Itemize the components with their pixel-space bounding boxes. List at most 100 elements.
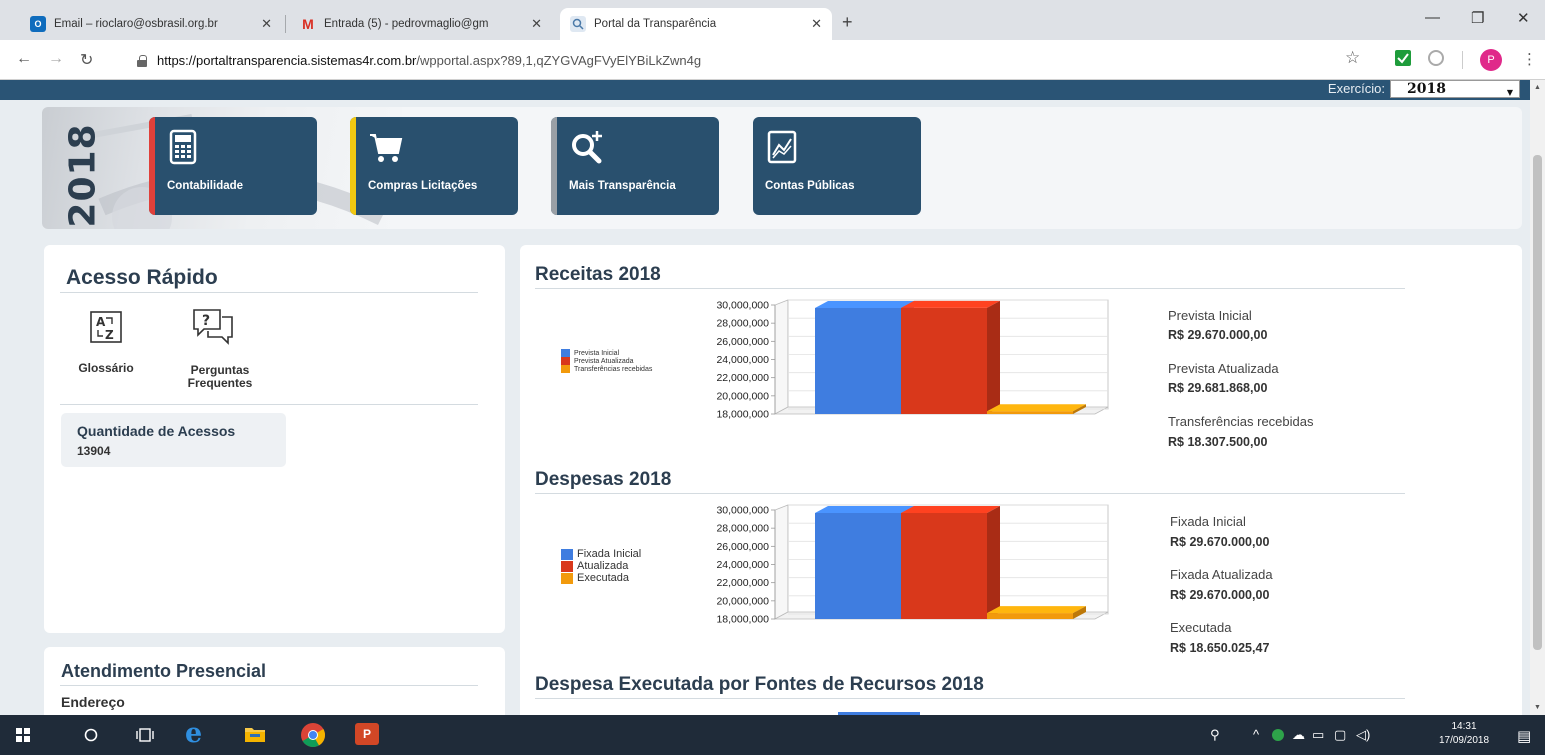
forward-icon[interactable]: →: [48, 50, 64, 68]
banner-year: 2018: [62, 122, 104, 228]
profile-avatar[interactable]: P: [1480, 49, 1502, 71]
svg-text:?: ?: [202, 313, 210, 329]
chart-bar: [815, 300, 914, 414]
url-field[interactable]: https://portaltransparencia.sistemas4r.c…: [137, 46, 1387, 74]
tile-label: Contas Públicas: [765, 180, 855, 192]
bar-top: [987, 404, 1086, 412]
glossary-az-icon[interactable]: A Z: [88, 309, 124, 345]
cloud-icon[interactable]: ☁: [1292, 727, 1305, 743]
glossario-label[interactable]: Glossário: [66, 362, 146, 375]
receitas-stat-value: R$ 18.307.500,00: [1168, 435, 1268, 449]
bookmark-star-icon[interactable]: ☆: [1345, 48, 1360, 68]
legend-swatch: [561, 365, 570, 373]
minimize-icon[interactable]: —: [1425, 9, 1440, 26]
clock-time: 14:31: [1451, 721, 1477, 732]
menu-dots-icon[interactable]: ⋮: [1522, 50, 1537, 68]
chart-bar: [901, 300, 1000, 414]
monitor-icon[interactable]: ▢: [1334, 727, 1346, 743]
bar-front: [901, 307, 987, 414]
receitas-title: Receitas 2018: [535, 264, 661, 285]
network-icon[interactable]: ▭: [1312, 727, 1324, 743]
legend-item: Fixada Inicial: [561, 548, 641, 560]
faq-question-icon[interactable]: ?: [190, 307, 236, 347]
toolbar-divider: [1462, 51, 1463, 69]
calculator-icon: [169, 129, 197, 165]
y-tick-label: 20,000,000: [716, 595, 769, 607]
restore-icon[interactable]: ❐: [1471, 9, 1484, 27]
chart-bar: [987, 606, 1086, 619]
tile-stripe: [551, 117, 557, 215]
system-clock[interactable]: 14:31 17/09/2018: [1436, 720, 1492, 748]
receitas-legend: Prevista Inicial Prevista Atualizada Trans…: [561, 349, 652, 373]
chart-bar: [987, 404, 1086, 414]
clock-date: 17/09/2018: [1438, 735, 1490, 746]
access-count-title: Quantidade de Acessos: [77, 423, 236, 439]
tile-label: Contabilidade: [167, 180, 244, 192]
tab-gmail[interactable]: M Entrada (5) - pedrovmaglio@gm ✕: [290, 8, 552, 40]
file-explorer-icon[interactable]: [244, 725, 266, 743]
year-select-value: 2018: [1407, 81, 1446, 97]
y-tick-label: 26,000,000: [716, 336, 769, 348]
tile-contabilidade[interactable]: Contabilidade: [149, 117, 317, 215]
extension-circle-icon[interactable]: [1428, 50, 1444, 66]
close-window-icon[interactable]: ✕: [1517, 9, 1530, 27]
y-tick-label: 30,000,000: [716, 300, 769, 312]
edge-browser-icon[interactable]: e: [185, 718, 202, 749]
portal-header-strip: Exercício: 2018 ▼: [0, 80, 1530, 100]
exercicio-label: Exercício:: [1327, 81, 1385, 96]
tile-label: Mais Transparência: [569, 180, 676, 192]
y-tick-label: 28,000,000: [716, 523, 769, 535]
bar-top: [987, 606, 1086, 614]
scroll-down-icon[interactable]: ▼: [1534, 704, 1541, 711]
tab-title: Email – rioclaro@osbrasil.org.br: [54, 18, 218, 30]
tray-chevron-up-icon[interactable]: ^: [1253, 727, 1259, 742]
back-icon[interactable]: ←: [16, 50, 32, 68]
bar-top: [901, 505, 1000, 513]
tray-app-icon[interactable]: [1272, 729, 1284, 741]
tile-contas-publicas[interactable]: Contas Públicas: [753, 117, 921, 215]
y-tick-label: 22,000,000: [716, 372, 769, 384]
scroll-thumb[interactable]: [1533, 155, 1542, 650]
extension-check-icon[interactable]: [1395, 50, 1411, 66]
portal-icon: [570, 16, 586, 32]
page-scrollbar[interactable]: ▲ ▼: [1530, 80, 1545, 715]
receitas-stat-value: R$ 29.670.000,00: [1168, 328, 1268, 342]
despesas-title: Despesas 2018: [535, 469, 672, 490]
search-icon[interactable]: [84, 728, 98, 742]
windows-start-icon[interactable]: [16, 728, 30, 742]
scroll-up-icon[interactable]: ▲: [1534, 84, 1541, 91]
perguntas-frequentes-label[interactable]: Perguntas Frequentes: [170, 364, 270, 390]
tile-mais-transparencia[interactable]: Mais Transparência: [551, 117, 719, 215]
legend-label: Prevista Atualizada: [574, 357, 634, 365]
y-tick-label: 30,000,000: [716, 505, 769, 517]
volume-icon[interactable]: ◁): [1356, 727, 1370, 743]
address-label: Endereço: [61, 694, 125, 710]
chrome-icon[interactable]: [300, 722, 326, 748]
chart-side-wall: [774, 299, 789, 415]
close-icon[interactable]: ✕: [811, 16, 822, 32]
bar-top: [815, 505, 914, 513]
close-icon[interactable]: ✕: [531, 16, 542, 32]
new-tab-button[interactable]: +: [842, 12, 853, 33]
fontes-title: Despesa Executada por Fontes de Recursos…: [535, 674, 984, 695]
task-view-icon[interactable]: [136, 728, 154, 742]
y-tick-label: 22,000,000: [716, 577, 769, 589]
tile-compras-licitacoes[interactable]: Compras Licitações: [350, 117, 518, 215]
chart-bar: [815, 505, 914, 619]
tab-portal[interactable]: Portal da Transparência ✕: [560, 8, 832, 40]
tab-separator: [285, 15, 286, 33]
legend-item: Atualizada: [561, 560, 641, 572]
bar-front: [815, 512, 901, 619]
year-select[interactable]: 2018 ▼: [1390, 80, 1520, 98]
lock-icon: [137, 54, 147, 67]
people-icon[interactable]: ⚲: [1210, 727, 1220, 743]
tab-title: Portal da Transparência: [594, 18, 717, 30]
close-icon[interactable]: ✕: [261, 16, 272, 32]
url-host: https://portaltransparencia.sistemas4r.c…: [157, 52, 417, 68]
tab-email[interactable]: O Email – rioclaro@osbrasil.org.br ✕: [20, 8, 282, 40]
notifications-icon[interactable]: ▤: [1517, 727, 1531, 745]
reload-icon[interactable]: ↻: [80, 50, 93, 70]
legend-label: Transferências recebidas: [574, 365, 653, 373]
despesas-stat-value: R$ 18.650.025,47: [1170, 641, 1270, 655]
powerpoint-icon[interactable]: P: [355, 723, 379, 745]
